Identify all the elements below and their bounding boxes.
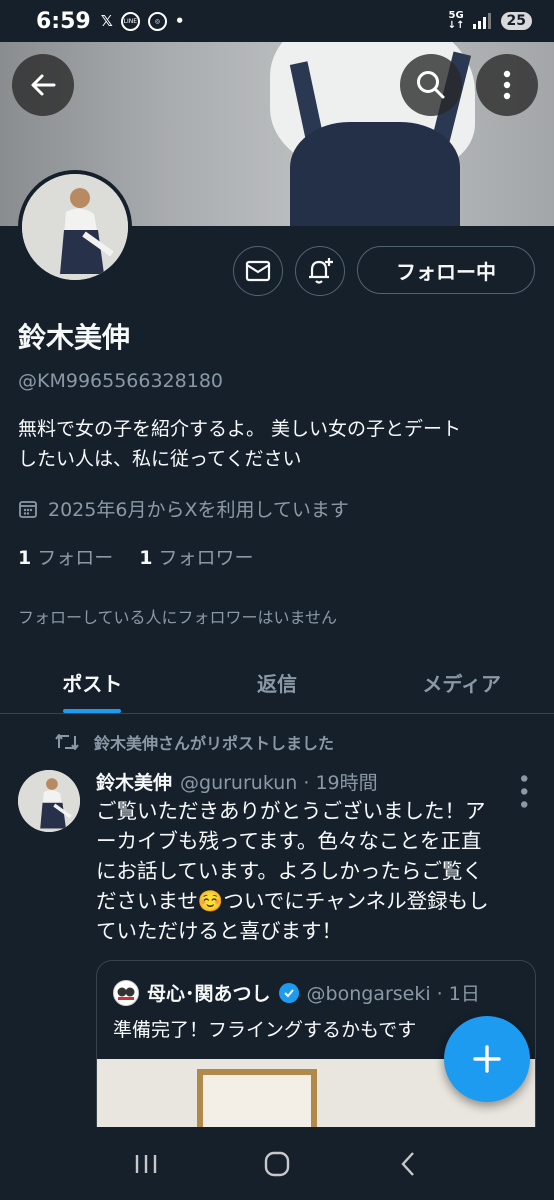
plus-icon (473, 1045, 501, 1073)
profile-handle: @KM9965566328180 (18, 370, 224, 392)
notify-button[interactable] (295, 246, 345, 296)
followers-count: 1 (139, 547, 153, 569)
recent-apps-icon (135, 1154, 156, 1173)
chevron-left-icon (401, 1151, 415, 1176)
verified-badge-icon (278, 982, 299, 1003)
tweet-line: ていただけると喜びます！ (96, 919, 342, 943)
more-vertical-icon (503, 70, 511, 100)
x-icon: 𝕏 (100, 12, 113, 30)
network-indicator: 5G ↓↑ (447, 10, 465, 31)
tab-media[interactable]: メディア (369, 652, 554, 713)
following-label: フォロー (37, 547, 114, 569)
followers-link[interactable]: 1 フォロワー (139, 543, 253, 570)
dot-icon: • (174, 12, 185, 30)
mail-icon (245, 260, 271, 282)
following-count: 1 (18, 547, 32, 569)
message-button[interactable] (233, 246, 283, 296)
quoted-handle-time: @bongarseki · 1日 (306, 983, 480, 1005)
recent-apps-button[interactable] (126, 1144, 166, 1184)
profile-tabs: ポスト 返信 メディア (0, 652, 554, 714)
avatar-photo (18, 770, 80, 832)
tweet-author-name[interactable]: 鈴木美伸 (96, 768, 172, 795)
tweet-text[interactable]: ご覧いただきありがとうございました！ア ーカイブも残ってます。色々なことを正直 … (96, 796, 536, 946)
joined-date: 2025年6月からXを利用しています (18, 495, 349, 522)
tweet-handle-time: @gururukun · 19時間 (180, 772, 378, 794)
home-icon (264, 1151, 290, 1176)
following-link[interactable]: 1 フォロー (18, 543, 113, 570)
back-nav-button[interactable] (388, 1144, 428, 1184)
tweet-line: ご覧いただきありがとうございました！ア (96, 799, 486, 823)
repost-indicator: 鈴木美伸さんがリポストしました (54, 730, 334, 754)
mutual-followers-note: フォローしている人にフォロワーはいません (18, 608, 338, 627)
arrow-left-icon (31, 74, 56, 96)
calendar-icon (19, 500, 37, 518)
followers-label: フォロワー (158, 547, 254, 569)
tab-posts[interactable]: ポスト (0, 652, 185, 713)
quoted-tweet-text: 準備完了！フライングするかもです (113, 1019, 417, 1041)
quoted-avatar (113, 979, 139, 1006)
avatar-photo (22, 174, 128, 280)
back-button[interactable] (12, 54, 74, 116)
home-button[interactable] (257, 1144, 297, 1184)
quoted-avatar-logo (117, 987, 135, 1000)
following-button[interactable]: フォロー中 (357, 246, 535, 294)
joined-text: 2025年6月からXを利用しています (48, 499, 349, 521)
signal-icon (472, 13, 491, 29)
profile-bio: 無料で女の子を紹介するよ。 美しい女の子とデート したい人は、私に従ってください (18, 414, 538, 474)
status-bar: 6:59 𝕏 LINE ◎ • 5G ↓↑ 25 (0, 0, 554, 42)
profile-avatar[interactable] (18, 170, 132, 284)
quoted-tweet-header: 母心･関あつし @bongarseki · 1日 (113, 979, 480, 1006)
battery-indicator: 25 (500, 12, 532, 30)
quoted-author-name: 母心･関あつし (147, 983, 271, 1005)
line-icon: LINE (120, 11, 140, 31)
notification-icons: 𝕏 LINE ◎ • (100, 11, 185, 31)
tweet-line: ださいませ☺️ついでにチャンネル登録もし (96, 889, 489, 913)
tweet-header: 鈴木美伸 @gururukun · 19時間 (96, 768, 378, 795)
tweet-avatar[interactable] (18, 770, 80, 832)
tweet-line: ーカイブも残ってます。色々なことを正直 (96, 829, 482, 853)
repost-icon (55, 734, 79, 750)
tweet-line: にお話しています。よろしかったらご覧く (96, 859, 483, 883)
search-button[interactable] (400, 54, 462, 116)
more-options-button[interactable] (476, 54, 538, 116)
chrome-icon: ◎ (147, 11, 167, 31)
bio-line: したい人は、私に従ってください (18, 448, 302, 470)
follow-counts: 1 フォロー 1 フォロワー (18, 543, 254, 570)
banner-photo-overall (290, 122, 460, 226)
bell-plus-icon (309, 258, 333, 284)
repost-label: 鈴木美伸さんがリポストしました (94, 734, 335, 753)
profile-name: 鈴木美伸 (18, 321, 131, 354)
system-nav-bar (0, 1127, 554, 1200)
tab-replies[interactable]: 返信 (185, 652, 370, 713)
compose-button[interactable] (444, 1016, 530, 1102)
search-icon (417, 71, 445, 99)
status-time: 6:59 (36, 8, 91, 34)
bio-line: 無料で女の子を紹介するよ。 美しい女の子とデート (18, 418, 462, 440)
